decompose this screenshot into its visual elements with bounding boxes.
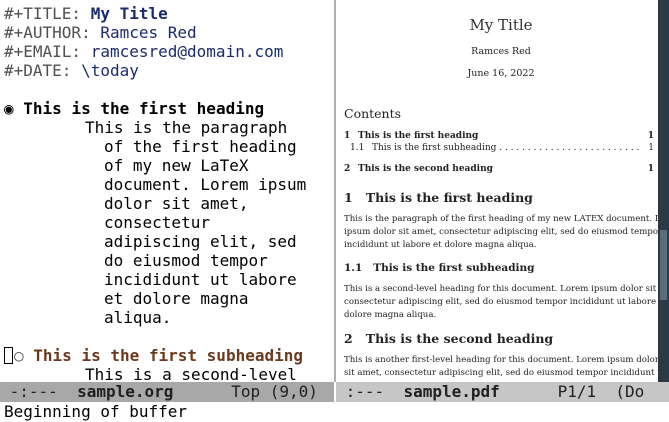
modeline-right-position: P1/1 (Do [499,382,645,401]
email-keyword: #+EMAIL: [4,42,82,61]
toc-number: 1 [344,131,351,141]
date-value: \today [81,61,139,80]
pdf-section-2-title: 2 This is the second heading [344,331,553,346]
toc-entry[interactable]: 2 This is the second heading 1 [344,164,654,174]
desktop-background-strip [658,0,669,382]
date-keyword: #+DATE: [4,61,72,80]
heading-2-paragraph-line: This is a second-level [85,365,297,382]
paragraph-line: do eiusmod tempor [104,251,268,270]
text-cursor [4,347,13,364]
org-heading-2[interactable]: ○ This is the first subheading [4,346,303,365]
toc-label: This is the second heading [358,164,493,174]
modeline-right-status: :--- [336,382,404,401]
toc-label: This is the first subheading . . . . . .… [372,143,640,153]
subsection-label: This is the first subheading [373,262,535,274]
toc-page: 1 [648,143,654,153]
paragraph-line: adipiscing elit, sed [104,232,297,251]
heading-2-text: This is the first subheading [33,346,303,365]
section-1-number: 1 [344,190,353,205]
pdf-body-line: incididunt ut labore et dolore magna ali… [344,240,537,250]
email-line[interactable]: #+EMAIL: ramcesred@domain.com [4,42,283,61]
toc-number: 1.1 [350,143,365,153]
pdf-body-line: This is a second-level heading for this … [344,284,658,294]
pdf-view-window[interactable]: My Title Ramces Red June 16, 2022 Conten… [336,4,658,382]
heading-bullet-icon: ◉ [4,99,14,118]
author-value: Ramces Red [100,23,197,42]
section-1-label: This is the first heading [365,190,533,205]
modeline-left-position: Top (9,0) [173,382,318,401]
modeline-right[interactable]: :--- sample.pdf P1/1 (Do [336,382,669,402]
title-line[interactable]: #+TITLE: My Title [4,4,168,23]
modeline-left[interactable]: -:--- sample.org Top (9,0) [0,382,334,402]
modeline-left-status: -:--- [0,382,78,401]
subsection-number: 1.1 [344,262,363,274]
toc-entry[interactable]: 1.1 This is the first subheading . . . . … [344,143,654,153]
pdf-body-line: ipsum dolor sit amet, consectetur adipis… [344,227,658,237]
toc-page: 1 [647,164,654,174]
title-value: My Title [90,4,168,23]
pdf-author: Ramces Red [471,46,531,57]
modeline-left-buffer-name[interactable]: sample.org [77,382,173,401]
heading-1-text: This is the first heading [23,99,265,118]
pdf-body-line: This is the paragraph of the first headi… [344,214,658,224]
pdf-body-line: consectetur adipiscing elit, sed do eius… [344,297,658,307]
paragraph-line: et dolore magna [104,289,249,308]
toc-page: 1 [647,131,654,141]
pdf-body-line: dolore magna aliqua. [344,310,437,320]
pdf-body-line: This is another first-level heading for … [344,355,658,365]
paragraph-line: document. Lorem ipsum [104,175,307,194]
paragraph-line: of my new LaTeX [104,156,249,175]
toc-number: 2 [344,164,351,174]
modeline-right-buffer-name[interactable]: sample.pdf [403,382,499,401]
org-buffer-window[interactable]: #+TITLE: My Title #+AUTHOR: Ramces Red #… [4,4,333,382]
pdf-section-1-title: 1 This is the first heading [344,190,533,205]
pdf-body-line: sit amet, consectetur adipiscing elit, s… [344,368,658,378]
paragraph-line: consectetur [104,213,210,232]
email-value: ramcesred@domain.com [90,42,284,61]
toc-entry[interactable]: 1 This is the first heading 1 [344,131,654,141]
paragraph-line: This is the paragraph [85,118,288,137]
background-detail [660,230,667,300]
author-keyword: #+AUTHOR: [4,23,91,42]
section-2-label: This is the second heading [365,331,554,346]
section-2-number: 2 [344,331,353,346]
pdf-contents-heading: Contents [344,106,402,121]
paragraph-line: of the first heading [104,137,297,156]
emacs-frame: #+TITLE: My Title #+AUTHOR: Ramces Red #… [0,0,669,422]
pdf-subsection-1-1-title: 1.1 This is the first subheading [344,262,535,274]
title-keyword: #+TITLE: [4,4,82,23]
org-heading-1[interactable]: ◉ This is the first heading [4,99,264,118]
pdf-title: My Title [469,16,533,34]
echo-area[interactable]: Beginning of buffer [4,402,187,422]
pdf-date: June 16, 2022 [467,68,535,79]
paragraph-line: aliqua. [104,308,172,327]
author-line[interactable]: #+AUTHOR: Ramces Red [4,23,197,42]
paragraph-line: incididunt ut labore [104,270,297,289]
subheading-bullet-icon: ○ [14,346,24,365]
date-line[interactable]: #+DATE: \today [4,61,139,80]
toc-label: This is the first heading [358,131,479,141]
paragraph-line: dolor sit amet, [104,194,249,213]
